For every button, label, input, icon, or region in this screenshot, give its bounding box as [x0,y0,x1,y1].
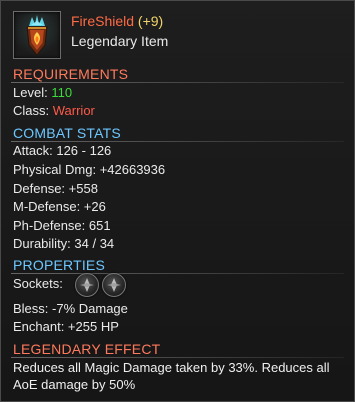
stat-durability: Durability: 34 / 34 [13,236,115,251]
properties-divider [11,273,344,274]
level-value: 110 [51,85,73,100]
sockets-label: Sockets: [13,276,63,291]
legendary-effect-title: LEGENDARY EFFECT [13,341,161,357]
stat-attack: Attack: 126 - 126 [13,143,112,158]
stat-ph-defense: Ph-Defense: 651 [13,218,111,233]
stat-physical-dmg: Physical Dmg: +42663936 [13,162,166,177]
requirements-divider [11,82,344,83]
combat-stats-divider [11,141,344,142]
socket-gem-icon [80,278,94,292]
item-name: FireShield [71,13,135,29]
stat-defense: Defense: +558 [13,181,98,196]
socket-gem-icon [107,278,121,292]
enchant-row: Enchant: +255 HP [13,319,119,334]
class-label: Class: [13,103,50,118]
class-value: Warrior [52,103,95,118]
level-row: Level: 110 [13,85,72,100]
class-row: Class: Warrior [13,103,95,118]
socket-slot-1[interactable] [75,273,99,297]
requirements-title: REQUIREMENTS [13,66,129,82]
item-enhance-level: (+9) [137,13,164,29]
legendary-effect-text: Reduces all Magic Damage taken by 33%. R… [13,360,330,392]
item-header: FireShield (+9) Legendary Item [13,11,344,63]
socket-slot-2[interactable] [102,273,126,297]
stat-m-defense: M-Defense: +26 [13,199,106,214]
properties-title: PROPERTIES [13,257,105,273]
fire-shield-icon [13,11,61,59]
combat-stats-title: COMBAT STATS [13,125,121,141]
bless-row: Bless: -7% Damage [13,301,128,316]
legendary-effect-divider [11,357,344,358]
item-tooltip: FireShield (+9) Legendary Item REQUIREME… [0,0,355,402]
level-label: Level: [13,85,48,100]
item-name-line: FireShield (+9) [71,13,163,29]
item-rarity: Legendary Item [71,33,169,49]
